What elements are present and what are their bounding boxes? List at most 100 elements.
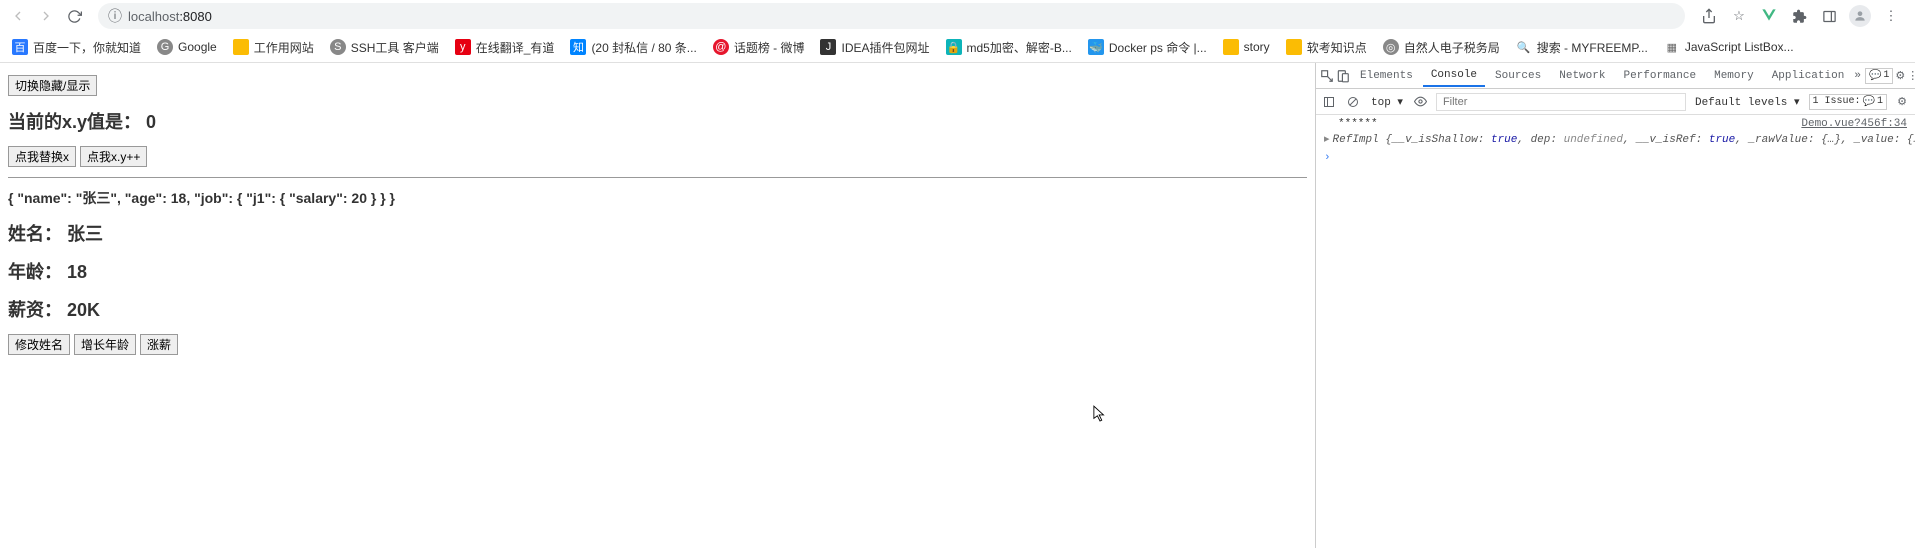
bookmark-favicon xyxy=(1223,39,1239,55)
tab-console[interactable]: Console xyxy=(1423,65,1485,87)
address-bar[interactable]: ⓘ localhost:8080 xyxy=(98,3,1685,29)
bookmark-item[interactable]: y在线翻译_有道 xyxy=(455,39,555,56)
toggle-button[interactable]: 切换隐藏/显示 xyxy=(8,75,97,96)
bookmark-favicon: 知 xyxy=(570,39,586,55)
expand-icon[interactable]: ▸ xyxy=(1324,134,1330,146)
bookmark-label: 自然人电子税务局 xyxy=(1404,39,1500,56)
bookmark-item[interactable]: J IDEA插件包网址 xyxy=(820,39,929,56)
bookmark-favicon xyxy=(1286,39,1302,55)
bookmark-label: 工作用网站 xyxy=(254,39,314,56)
levels-dropdown[interactable]: Default levels ▾ xyxy=(1692,94,1803,110)
bookmark-item[interactable]: 工作用网站 xyxy=(233,39,314,56)
bookmark-favicon: G xyxy=(157,39,173,55)
more-tabs-icon[interactable]: » xyxy=(1854,67,1861,85)
devtools-tabs: Elements Console Sources Network Perform… xyxy=(1316,63,1915,89)
age-row: 年龄： 18 xyxy=(8,258,1307,284)
tab-network[interactable]: Network xyxy=(1551,66,1613,86)
increment-xy-button[interactable]: 点我x.y++ xyxy=(80,146,147,167)
json-line: { "name": "张三", "age": 18, "job": { "j1"… xyxy=(8,188,1307,208)
devtools-menu-icon[interactable]: ⋮ xyxy=(1907,67,1915,85)
bookmark-label: IDEA插件包网址 xyxy=(841,39,929,56)
bookmark-item[interactable]: story xyxy=(1223,39,1270,55)
clear-console-icon[interactable] xyxy=(1344,93,1362,111)
reload-button[interactable] xyxy=(64,6,84,26)
bookmark-label: 话题榜 - 微博 xyxy=(734,39,805,56)
log-line[interactable]: ▸RefImpl {__v_isShallow: true, dep: unde… xyxy=(1324,131,1907,147)
bookmark-item[interactable]: ▦ JavaScript ListBox... xyxy=(1664,39,1794,55)
bookmark-favicon: ▦ xyxy=(1664,39,1680,55)
bookmark-item[interactable]: @话题榜 - 微博 xyxy=(713,39,805,56)
bookmark-favicon: J xyxy=(820,39,836,55)
star-icon[interactable]: ☆ xyxy=(1729,6,1749,26)
console-settings-icon[interactable]: ⚙ xyxy=(1893,93,1911,111)
inspect-icon[interactable] xyxy=(1320,67,1334,85)
bookmark-favicon: ◎ xyxy=(1383,39,1399,55)
console-prompt[interactable]: › xyxy=(1324,151,1907,165)
error-badge[interactable]: 💬1 xyxy=(1865,68,1893,84)
bookmark-item[interactable]: 🔒md5加密、解密-B... xyxy=(946,39,1072,56)
bookmark-label: 软考知识点 xyxy=(1307,39,1367,56)
share-icon[interactable] xyxy=(1699,6,1719,26)
tab-application[interactable]: Application xyxy=(1764,66,1853,86)
context-dropdown[interactable]: top ▾ xyxy=(1368,94,1406,110)
bookmark-item[interactable]: 🔍搜索 - MYFREEMP... xyxy=(1516,39,1648,56)
log-line: Demo.vue?456f:34 ****** xyxy=(1324,117,1907,131)
bookmark-label: SSH工具 客户端 xyxy=(351,39,439,56)
page-content: 切换隐藏/显示 当前的x.y值是： 0 点我替换x 点我x.y++ { "nam… xyxy=(0,63,1315,548)
name-row: 姓名： 张三 xyxy=(8,220,1307,246)
forward-button[interactable] xyxy=(36,6,56,26)
bookmark-label: 百度一下，你就知道 xyxy=(33,39,141,56)
console-sidebar-icon[interactable] xyxy=(1320,93,1338,111)
bookmark-favicon: 🐳 xyxy=(1088,39,1104,55)
bookmark-item[interactable]: ◎ 自然人电子税务局 xyxy=(1383,39,1500,56)
bookmark-item[interactable]: 软考知识点 xyxy=(1286,39,1367,56)
bookmark-label: Google xyxy=(178,40,217,54)
log-source-link[interactable]: Demo.vue?456f:34 xyxy=(1801,118,1907,130)
console-toolbar: top ▾ Default levels ▾ 1 Issue: 💬1 ⚙ xyxy=(1316,89,1915,115)
bookmark-label: story xyxy=(1244,40,1270,54)
toolbar-right: ☆ ⋮ xyxy=(1699,5,1907,27)
increment-age-button[interactable]: 增长年龄 xyxy=(74,334,136,355)
raise-salary-button[interactable]: 涨薪 xyxy=(140,334,178,355)
issue-indicator[interactable]: 1 Issue: 💬1 xyxy=(1809,94,1887,110)
bookmark-label: 搜索 - MYFREEMP... xyxy=(1537,39,1648,56)
bookmarks-bar: 百百度一下，你就知道 G Google 工作用网站 SSSH工具 客户端 y在线翻译_有道… xyxy=(0,32,1915,62)
bookmark-item[interactable]: SSSH工具 客户端 xyxy=(330,39,439,56)
divider xyxy=(8,177,1307,178)
xy-label: 当前的x.y值是： xyxy=(8,112,141,132)
panel-icon[interactable] xyxy=(1819,6,1839,26)
tab-performance[interactable]: Performance xyxy=(1615,66,1704,86)
age-value: 18 xyxy=(67,262,87,282)
bookmark-item[interactable]: G Google xyxy=(157,39,217,55)
profile-avatar[interactable] xyxy=(1849,5,1871,27)
extensions-icon[interactable] xyxy=(1789,6,1809,26)
bookmark-item[interactable]: 🐳Docker ps 命令 |... xyxy=(1088,39,1207,56)
device-toggle-icon[interactable] xyxy=(1336,67,1350,85)
url-text: localhost:8080 xyxy=(128,9,212,24)
menu-icon[interactable]: ⋮ xyxy=(1881,6,1901,26)
vue-devtools-icon[interactable] xyxy=(1759,6,1779,26)
tab-sources[interactable]: Sources xyxy=(1487,66,1549,86)
info-icon[interactable]: ⓘ xyxy=(108,6,122,26)
bookmark-item[interactable]: 百百度一下，你就知道 xyxy=(12,39,141,56)
filter-input[interactable] xyxy=(1436,93,1686,111)
name-value: 张三 xyxy=(67,224,103,244)
bookmark-item[interactable]: 知(20 封私信 / 80 条... xyxy=(570,39,696,56)
tab-memory[interactable]: Memory xyxy=(1706,66,1762,86)
bookmark-favicon xyxy=(233,39,249,55)
bookmark-favicon: 🔒 xyxy=(946,39,962,55)
replace-x-button[interactable]: 点我替换x xyxy=(8,146,76,167)
xy-heading: 当前的x.y值是： 0 xyxy=(8,108,1307,134)
tab-elements[interactable]: Elements xyxy=(1352,66,1421,86)
salary-row: 薪资： 20K xyxy=(8,296,1307,322)
bookmark-label: JavaScript ListBox... xyxy=(1685,40,1794,54)
devtools-panel: Elements Console Sources Network Perform… xyxy=(1315,63,1915,548)
back-button[interactable] xyxy=(8,6,28,26)
log-text: ****** xyxy=(1338,118,1378,130)
salary-value: 20K xyxy=(67,300,100,320)
modify-name-button[interactable]: 修改姓名 xyxy=(8,334,70,355)
devtools-settings-icon[interactable]: ⚙ xyxy=(1895,67,1905,85)
age-label: 年龄： xyxy=(8,262,62,282)
eye-icon[interactable] xyxy=(1412,93,1430,111)
main-layout: 切换隐藏/显示 当前的x.y值是： 0 点我替换x 点我x.y++ { "nam… xyxy=(0,63,1915,548)
